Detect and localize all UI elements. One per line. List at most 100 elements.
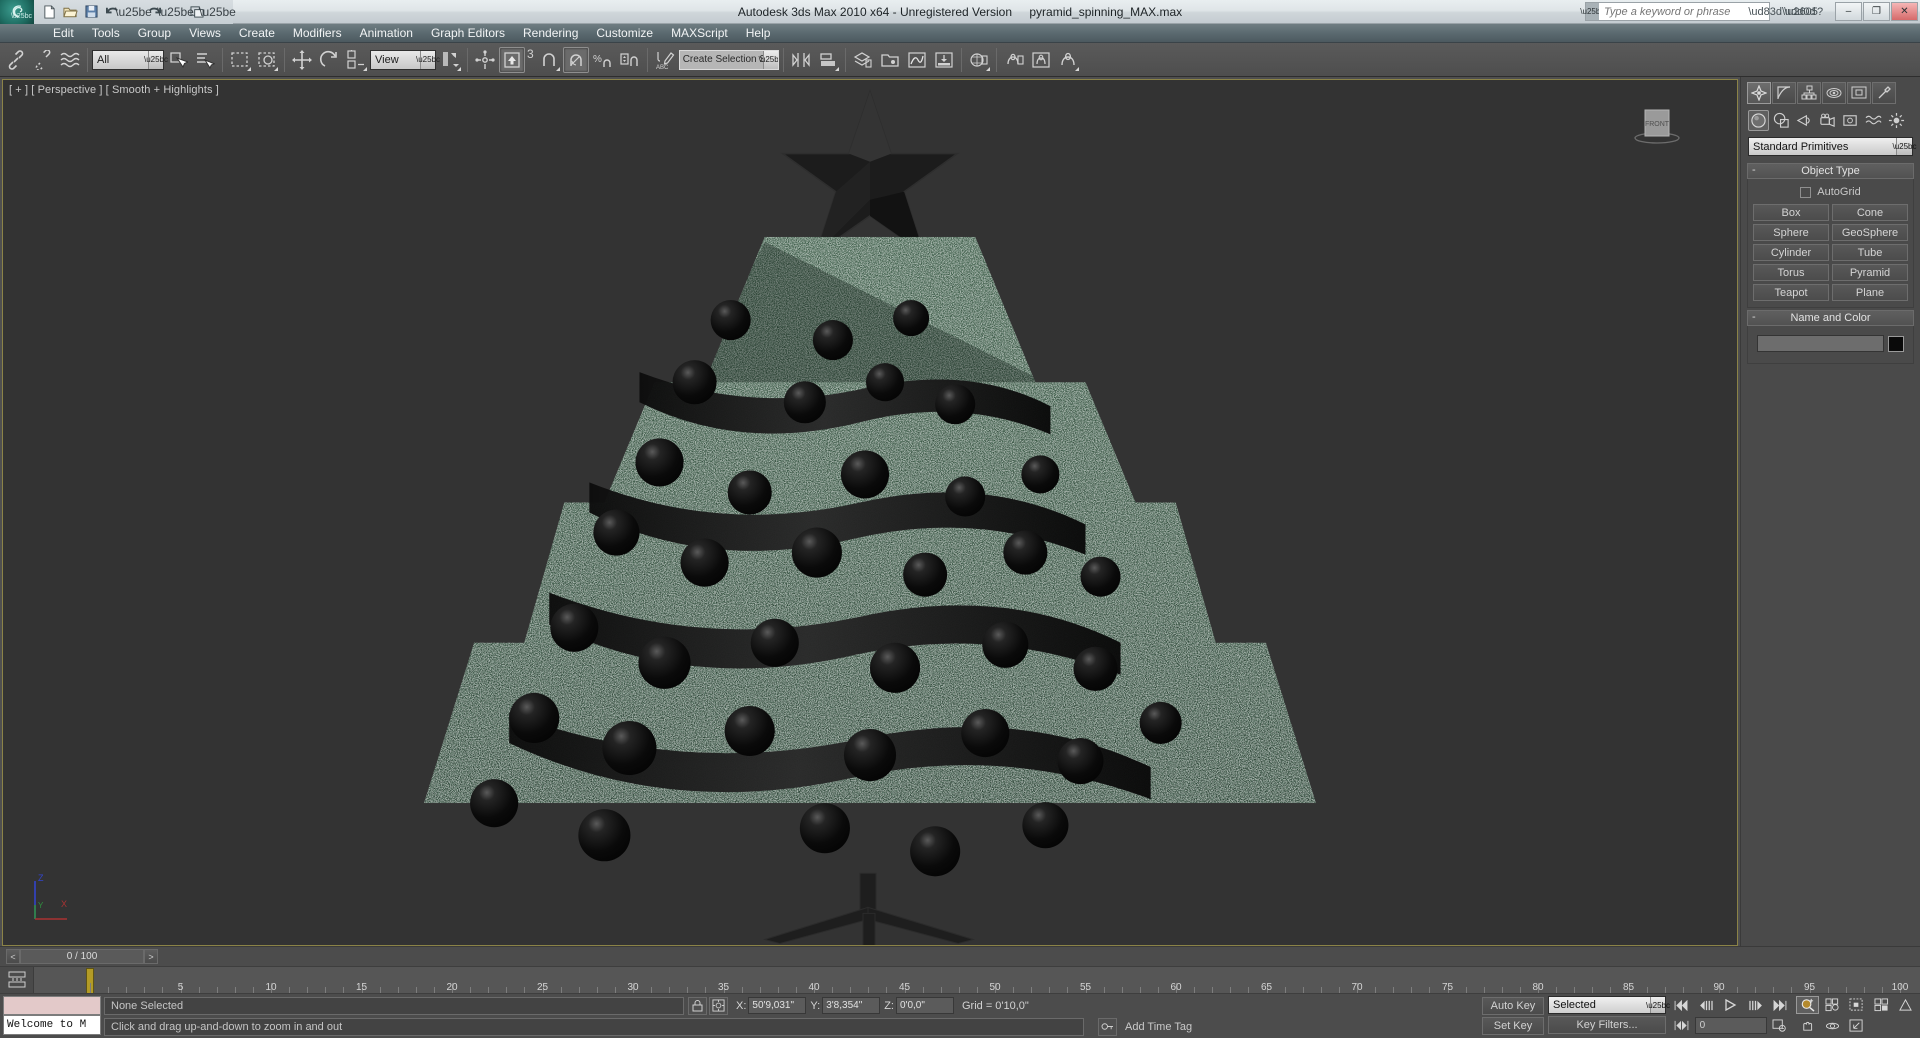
keyboard-shortcut-override-toggle-icon[interactable] [499,46,525,73]
toggle-scene-explorer-icon[interactable] [877,47,903,73]
zoom-extents-all-button[interactable] [1870,996,1893,1014]
reference-coordinate-system-dropdown[interactable]: View \u25bc [370,49,440,70]
menu-item-animation[interactable]: Animation [351,25,422,42]
application-menu-button[interactable]: \u25bc [0,0,34,24]
track-bar[interactable]: 5 10 15 20 25 30 35 40 45 50 55 60 65 70 75 80 85 90 95 100 [0,966,1920,994]
box-button[interactable]: Box [1753,204,1829,221]
coordinate-x[interactable]: X: 50'9,031" [736,997,807,1014]
minimize-button[interactable]: – [1835,2,1862,21]
time-configuration-button[interactable] [1768,1017,1791,1035]
lock-icon[interactable] [688,996,707,1015]
object-name-input[interactable] [1757,335,1884,352]
field-of-view-button[interactable] [1894,996,1917,1014]
key-mode-toggle-button[interactable] [1670,1017,1693,1035]
x-coordinate-field[interactable]: 50'9,031" [748,997,807,1014]
plane-button[interactable]: Plane [1832,284,1908,301]
go-to-start-button[interactable] [1670,996,1693,1014]
named-selection-set-dropdown[interactable]: Create Selection Se \u25bc [678,49,779,70]
select-object-icon[interactable] [165,47,191,73]
maxscript-output-field[interactable]: Welcome to M [3,1015,101,1035]
perspective-viewport[interactable]: [ + ] [ Perspective ] [ Smooth + Highlig… [2,79,1738,946]
y-coordinate-field[interactable]: 3'8,354" [822,997,881,1014]
bind-to-space-warp-icon[interactable] [57,47,83,73]
current-frame-indicator[interactable]: 0 / 100 [20,949,144,964]
key-mode-icon[interactable] [1098,1017,1117,1036]
orbit-button[interactable] [1821,1017,1844,1035]
time-slider[interactable]: < 0 / 100 > [6,949,158,964]
menu-item-group[interactable]: Group [129,25,180,42]
select-and-move-icon[interactable] [289,47,315,73]
auto-key-button[interactable]: Auto Key [1482,997,1544,1015]
chevron-down-icon[interactable]: \u25bc [144,50,168,69]
select-and-rotate-icon[interactable] [316,47,342,73]
menu-item-graph-editors[interactable]: Graph Editors [422,25,514,42]
select-and-scale-icon[interactable] [343,47,369,73]
percent-snap-toggle-icon[interactable]: % [590,47,616,73]
torus-button[interactable]: Torus [1753,264,1829,281]
autogrid-row[interactable]: AutoGrid [1753,183,1908,201]
zoom-extents-button[interactable] [1845,996,1868,1014]
save-file-icon[interactable] [82,2,101,21]
chevron-down-icon[interactable]: \u25bc [1646,997,1670,1013]
coordinate-z[interactable]: Z: 0'0,0" [884,997,954,1014]
motion-tab[interactable] [1822,82,1846,104]
hierarchy-tab[interactable] [1797,82,1821,104]
menu-item-tools[interactable]: Tools [83,25,129,42]
sphere-button[interactable]: Sphere [1753,224,1829,241]
render-setup-icon[interactable] [1001,47,1027,73]
schematic-view-icon[interactable] [931,47,957,73]
mirror-icon[interactable] [788,47,814,73]
shapes-category-icon[interactable] [1771,110,1792,131]
geometry-category-icon[interactable] [1748,110,1769,131]
menu-item-edit[interactable]: Edit [44,25,83,42]
open-mini-curve-editor-icon[interactable] [0,967,34,993]
maxscript-mini-listener[interactable]: Welcome to M [0,994,104,1038]
previous-frame-arrow[interactable]: < [6,949,20,964]
previous-frame-button[interactable] [1695,996,1718,1014]
cone-button[interactable]: Cone [1832,204,1908,221]
material-editor-icon[interactable] [966,47,992,73]
systems-category-icon[interactable] [1886,110,1907,131]
use-pivot-point-center-icon[interactable] [437,47,463,73]
open-file-icon[interactable] [61,2,80,21]
select-and-link-icon[interactable] [3,47,29,73]
next-frame-button[interactable] [1744,996,1767,1014]
align-icon[interactable] [815,47,841,73]
viewport-label[interactable]: [ + ] [ Perspective ] [ Smooth + Highlig… [9,84,219,96]
menu-item-maxscript[interactable]: MAXScript [662,25,737,42]
z-coordinate-field[interactable]: 0'0,0" [895,997,954,1014]
space-warps-category-icon[interactable] [1863,110,1884,131]
window-crossing-icon[interactable] [254,47,280,73]
current-frame-field[interactable]: 0 [1694,1016,1768,1034]
key-filters-button[interactable]: Key Filters... [1548,1016,1666,1034]
viewcube[interactable]: FRONT [1629,102,1685,148]
subscription-icon[interactable]: \u2605 [1784,4,1818,20]
modify-tab[interactable] [1772,82,1796,104]
utilities-tab[interactable] [1872,82,1896,104]
zoom-all-button[interactable] [1821,996,1844,1014]
go-to-end-button[interactable] [1768,996,1791,1014]
menu-item-create[interactable]: Create [230,25,284,42]
new-file-icon[interactable] [40,2,59,21]
qat-overflow-icon[interactable]: \u25be [199,2,236,21]
collapse-icon[interactable]: - [1752,164,1756,176]
infocenter-arrow-icon[interactable]: \u25b6 [1580,3,1605,20]
pyramid-button[interactable]: Pyramid [1832,264,1908,281]
chevron-down-icon[interactable]: \u25bc [1892,138,1917,155]
frame-ruler[interactable]: 5 10 15 20 25 30 35 40 45 50 55 60 65 70 75 80 85 90 95 100 [34,967,1920,993]
menu-item-customize[interactable]: Customize [587,25,662,42]
menu-item-rendering[interactable]: Rendering [514,25,587,42]
render-production-icon[interactable] [1055,47,1081,73]
cameras-category-icon[interactable] [1817,110,1838,131]
create-tab[interactable] [1747,82,1771,104]
absolute-mode-transform-type-in-icon[interactable] [709,996,728,1015]
maxscript-input-field[interactable] [3,996,101,1015]
undo-dropdown-icon[interactable]: \u25be [115,2,152,21]
zoom-button[interactable] [1796,996,1819,1014]
helpers-category-icon[interactable] [1840,110,1861,131]
close-button[interactable]: ✕ [1891,2,1918,21]
selection-level-dropdown[interactable]: Selected \u25bc [1548,996,1670,1014]
object-type-header[interactable]: - Object Type [1747,163,1914,179]
name-and-color-header[interactable]: - Name and Color [1747,310,1914,326]
menu-item-modifiers[interactable]: Modifiers [284,25,351,42]
